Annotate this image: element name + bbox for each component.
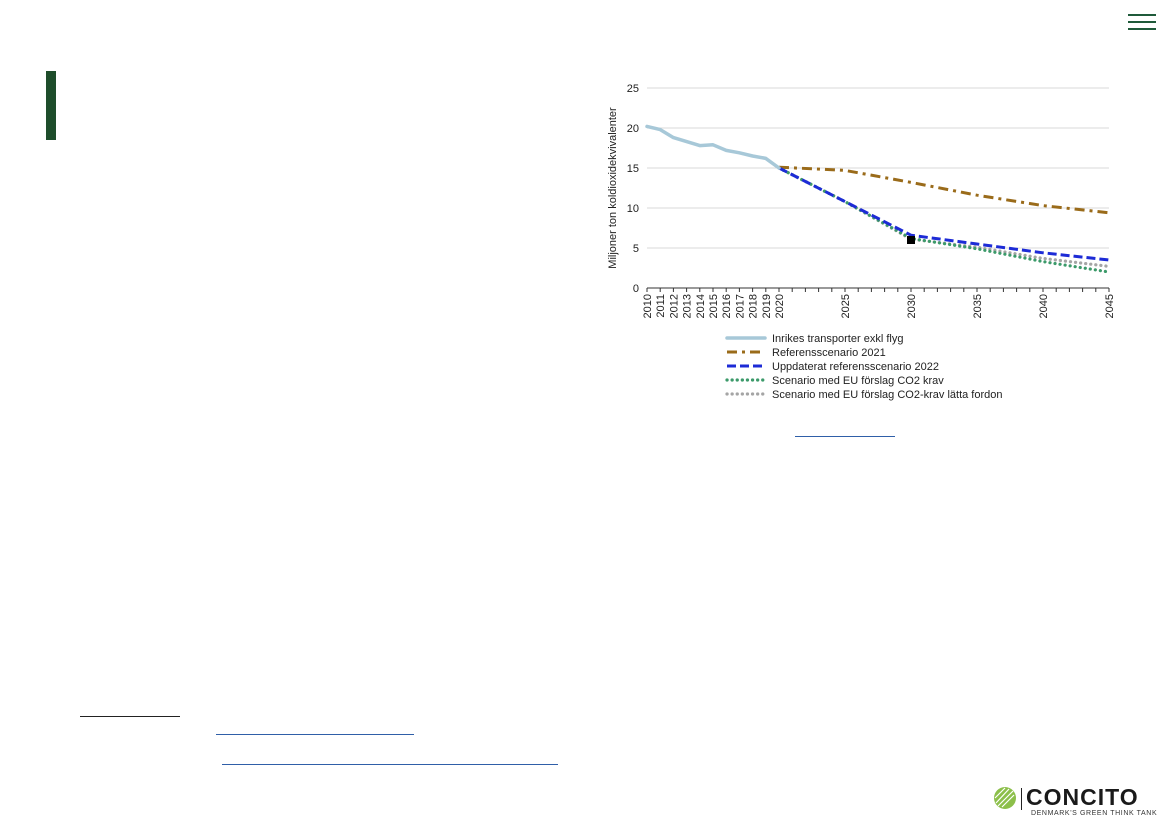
menu-icon-line — [1128, 14, 1156, 16]
menu-icon-line — [1128, 28, 1156, 30]
x-tick-label: 2014 — [695, 294, 707, 318]
y-tick-label: 5 — [633, 243, 639, 255]
footnote-separator — [80, 716, 180, 717]
y-tick-label: 10 — [627, 203, 639, 215]
logo-separator — [1021, 788, 1022, 810]
series-line-4 — [777, 166, 1111, 274]
series-line-3 — [778, 166, 1110, 262]
series-line-2 — [778, 165, 1110, 215]
legend-label: Uppdaterat referensscenario 2022 — [772, 361, 939, 373]
x-tick-label: 2017 — [734, 294, 746, 318]
leaf-logo-icon — [994, 787, 1016, 809]
x-tick-label: 2019 — [761, 294, 773, 318]
x-tick-label: 2016 — [721, 294, 733, 318]
y-tick-label: 20 — [627, 123, 639, 135]
x-tick-label: 2010 — [642, 294, 654, 318]
x-tick-label: 2018 — [748, 294, 760, 318]
x-tick-label: 2045 — [1104, 294, 1116, 318]
concito-logo[interactable]: CONCITO DENMARK'S GREEN THINK TANK — [993, 784, 1158, 820]
x-tick-label: 2025 — [840, 294, 852, 318]
x-tick-label: 2011 — [655, 294, 667, 318]
x-tick-label: 2012 — [668, 294, 680, 318]
logo-wordmark: CONCITO — [1026, 784, 1139, 810]
y-tick-label: 0 — [633, 283, 639, 295]
x-tick-label: 2020 — [774, 294, 786, 318]
footnote-link-2[interactable] — [222, 764, 558, 765]
legend-label: Scenario med EU förslag CO2 krav — [772, 375, 944, 387]
data-marker — [907, 236, 915, 244]
legend-label: Scenario med EU förslag CO2-krav lätta f… — [772, 389, 1003, 401]
x-tick-label: 2030 — [906, 294, 918, 318]
chart-svg: 05101520252010 2011 2012 2013 2014 2015 2016 20… — [607, 83, 1116, 401]
legend-label: Inrikes transporter exkl flyg — [772, 333, 903, 345]
series-line-1 — [645, 124, 781, 170]
x-tick-label: 2040 — [1038, 294, 1050, 318]
title-accent-bar — [46, 71, 56, 140]
y-axis-label: Miljoner ton koldioxidekvivalenter — [607, 107, 619, 269]
chart-source-link[interactable] — [795, 436, 895, 437]
y-tick-label: 25 — [627, 83, 639, 95]
emissions-chart: 0 5 10 15 20 25 2010 2011 2012 2013 2014 2015 2016 20… — [600, 76, 1120, 406]
y-tick-label: 15 — [627, 163, 639, 175]
x-tick-label: 2013 — [682, 294, 694, 318]
menu-icon-line — [1128, 21, 1156, 23]
logo-tagline: DENMARK'S GREEN THINK TANK — [1031, 810, 1158, 817]
footnote-link-1[interactable] — [216, 734, 414, 735]
x-tick-label: 2015 — [708, 294, 720, 318]
x-tick-label: 2035 — [972, 294, 984, 318]
legend-label: Referensscenario 2021 — [772, 347, 886, 359]
series-line-5 — [777, 166, 1111, 268]
menu-button[interactable] — [1128, 12, 1156, 32]
